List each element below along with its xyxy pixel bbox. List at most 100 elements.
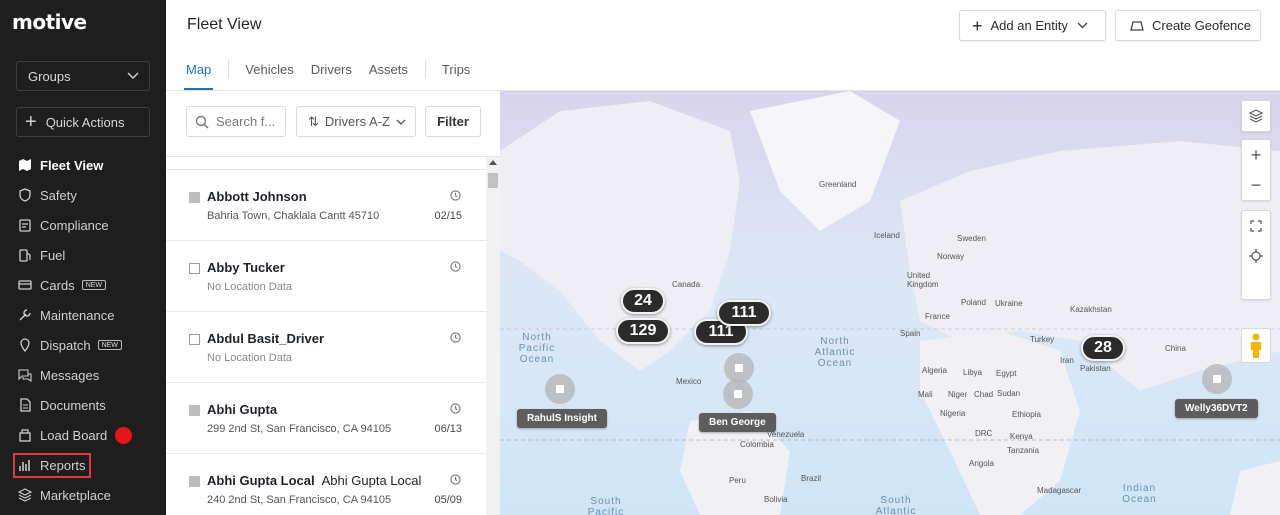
map-label: France (925, 312, 950, 321)
vehicle-tag[interactable]: RahulS Insight (517, 409, 607, 428)
vehicle-cluster[interactable]: 111 (717, 300, 771, 326)
card-icon (18, 278, 32, 292)
zoom-in-button[interactable]: + (1242, 140, 1270, 170)
sidebar-item-load-board[interactable]: Load Board (0, 420, 166, 450)
ocean-label: Indian Ocean (1122, 483, 1157, 505)
fullscreen-icon[interactable] (1242, 211, 1270, 241)
map-label: Iceland (874, 231, 900, 240)
tab-map[interactable]: Map (183, 62, 214, 90)
create-geofence-button[interactable]: Create Geofence (1115, 10, 1261, 41)
map-label: Colombia (740, 440, 774, 449)
search-placeholder: Search f... (216, 114, 276, 129)
vehicle-cluster[interactable]: 28 (1081, 335, 1125, 361)
last-seen-date: 06/13 (434, 423, 462, 435)
tab-drivers[interactable]: Drivers (311, 62, 352, 90)
sort-dropdown[interactable]: ⇅ Drivers A-Z (296, 106, 416, 137)
status-checkbox[interactable] (189, 334, 200, 345)
sidebar-item-label: Fuel (40, 247, 66, 263)
sidebar-item-fleet-view[interactable]: Fleet View (0, 150, 166, 180)
clock-icon (450, 403, 461, 414)
driver-location: No Location Data (207, 352, 292, 364)
driver-location: Bahria Town, Chaklala Cantt 45710 (207, 210, 380, 222)
scroll-thumb[interactable] (488, 173, 498, 188)
sidebar-item-label: Safety (40, 187, 77, 203)
clock-icon (450, 261, 461, 272)
fleet-map[interactable]: Greenland Canada Iceland Sweden Norway U… (500, 91, 1280, 515)
map-label: Peru (729, 476, 746, 485)
vehicle-tag[interactable]: Welly36DVT2 (1175, 399, 1258, 418)
sidebar-item-cards[interactable]: Cards NEW (0, 270, 166, 300)
vehicle-pin[interactable] (723, 379, 753, 409)
scroll-up-arrow-icon[interactable] (489, 160, 497, 165)
status-checkbox[interactable] (189, 405, 200, 416)
vehicle-pin[interactable] (545, 374, 575, 404)
map-label: Poland (961, 298, 986, 307)
fuel-icon (18, 248, 32, 262)
sidebar-item-maintenance[interactable]: Maintenance (0, 300, 166, 330)
locate-icon[interactable] (1242, 241, 1270, 271)
vehicle-pin[interactable] (1202, 364, 1232, 394)
street-view-pegman-icon[interactable] (1241, 328, 1271, 363)
search-input[interactable]: Search f... (186, 106, 286, 137)
notification-dot (115, 426, 133, 444)
map-label: Libya (963, 368, 983, 377)
sidebar-item-compliance[interactable]: Compliance (0, 210, 166, 240)
map-label: Norway (937, 252, 965, 261)
layers-control[interactable] (1241, 100, 1271, 132)
list-item[interactable]: Abby Tucker No Location Data (166, 241, 486, 312)
quick-actions-button[interactable]: + Quick Actions (16, 107, 150, 137)
sidebar-item-marketplace[interactable]: Marketplace (0, 480, 166, 510)
list-item[interactable]: Abbott Johnson Bahria Town, Chaklala Can… (166, 170, 486, 241)
map-label: Pakistan (1080, 364, 1111, 373)
document-icon (18, 398, 32, 412)
ocean-label: South Pacific (587, 496, 625, 515)
map-label: Mali (918, 390, 933, 399)
status-checkbox[interactable] (189, 263, 200, 274)
sidebar-item-label: Compliance (40, 217, 109, 233)
sidebar-item-label: Fleet View (40, 157, 104, 173)
map-label: Ukraine (995, 299, 1023, 308)
map-label: Iran (1060, 356, 1074, 365)
clock-icon (450, 332, 461, 343)
zoom-out-button[interactable]: − (1242, 170, 1270, 200)
sidebar-item-messages[interactable]: Messages (0, 360, 166, 390)
add-entity-button[interactable]: + Add an Entity (959, 10, 1106, 41)
vehicle-tag[interactable]: Ben George (699, 413, 776, 432)
layers-icon[interactable] (1242, 101, 1270, 131)
sidebar-item-reports[interactable]: Reports (0, 450, 166, 480)
list-item[interactable]: Abhi Gupta Local Abhi Gupta Local 240 2nd… (166, 454, 486, 515)
reports-highlight-outline (13, 453, 91, 478)
map-label: Turkey (1030, 335, 1055, 344)
sidebar-item-fuel[interactable]: Fuel (0, 240, 166, 270)
status-checkbox[interactable] (189, 192, 200, 203)
tab-trips[interactable]: Trips (442, 62, 470, 90)
tab-separator (228, 60, 230, 78)
quick-actions-label: Quick Actions (45, 114, 125, 130)
shield-icon (18, 188, 32, 202)
clock-icon (450, 190, 461, 201)
sidebar-item-documents[interactable]: Documents (0, 390, 166, 420)
vehicle-cluster[interactable]: 129 (616, 318, 670, 344)
new-badge: NEW (81, 280, 107, 290)
motive-logo[interactable]: motive (12, 10, 87, 34)
groups-dropdown[interactable]: Groups (16, 61, 150, 91)
sidebar-item-safety[interactable]: Safety (0, 180, 166, 210)
load-board-icon (18, 428, 32, 442)
list-item[interactable]: Abhi Gupta 299 2nd St, San Francisco, CA… (166, 383, 486, 454)
map-label: Mexico (676, 377, 702, 386)
sort-icon: ⇅ (308, 113, 319, 129)
sidebar: motive Groups + Quick Actions Fleet View… (0, 0, 166, 515)
plus-icon: + (972, 15, 983, 36)
list-scrollbar[interactable] (486, 157, 500, 515)
filter-button[interactable]: Filter (425, 106, 481, 137)
tab-assets[interactable]: Assets (369, 62, 408, 90)
vehicle-cluster[interactable]: 24 (621, 288, 665, 314)
sidebar-item-dispatch[interactable]: Dispatch NEW (0, 330, 166, 360)
status-checkbox[interactable] (189, 476, 200, 487)
map-label: Brazil (801, 474, 822, 483)
list-item[interactable]: Abdul Basit_Driver No Location Data (166, 312, 486, 383)
tab-vehicles[interactable]: Vehicles (245, 62, 293, 90)
sidebar-item-label: Documents (40, 397, 106, 413)
geofence-icon (1130, 20, 1144, 31)
sidebar-nav: Fleet View Safety Compliance Fuel Cards … (0, 150, 166, 510)
